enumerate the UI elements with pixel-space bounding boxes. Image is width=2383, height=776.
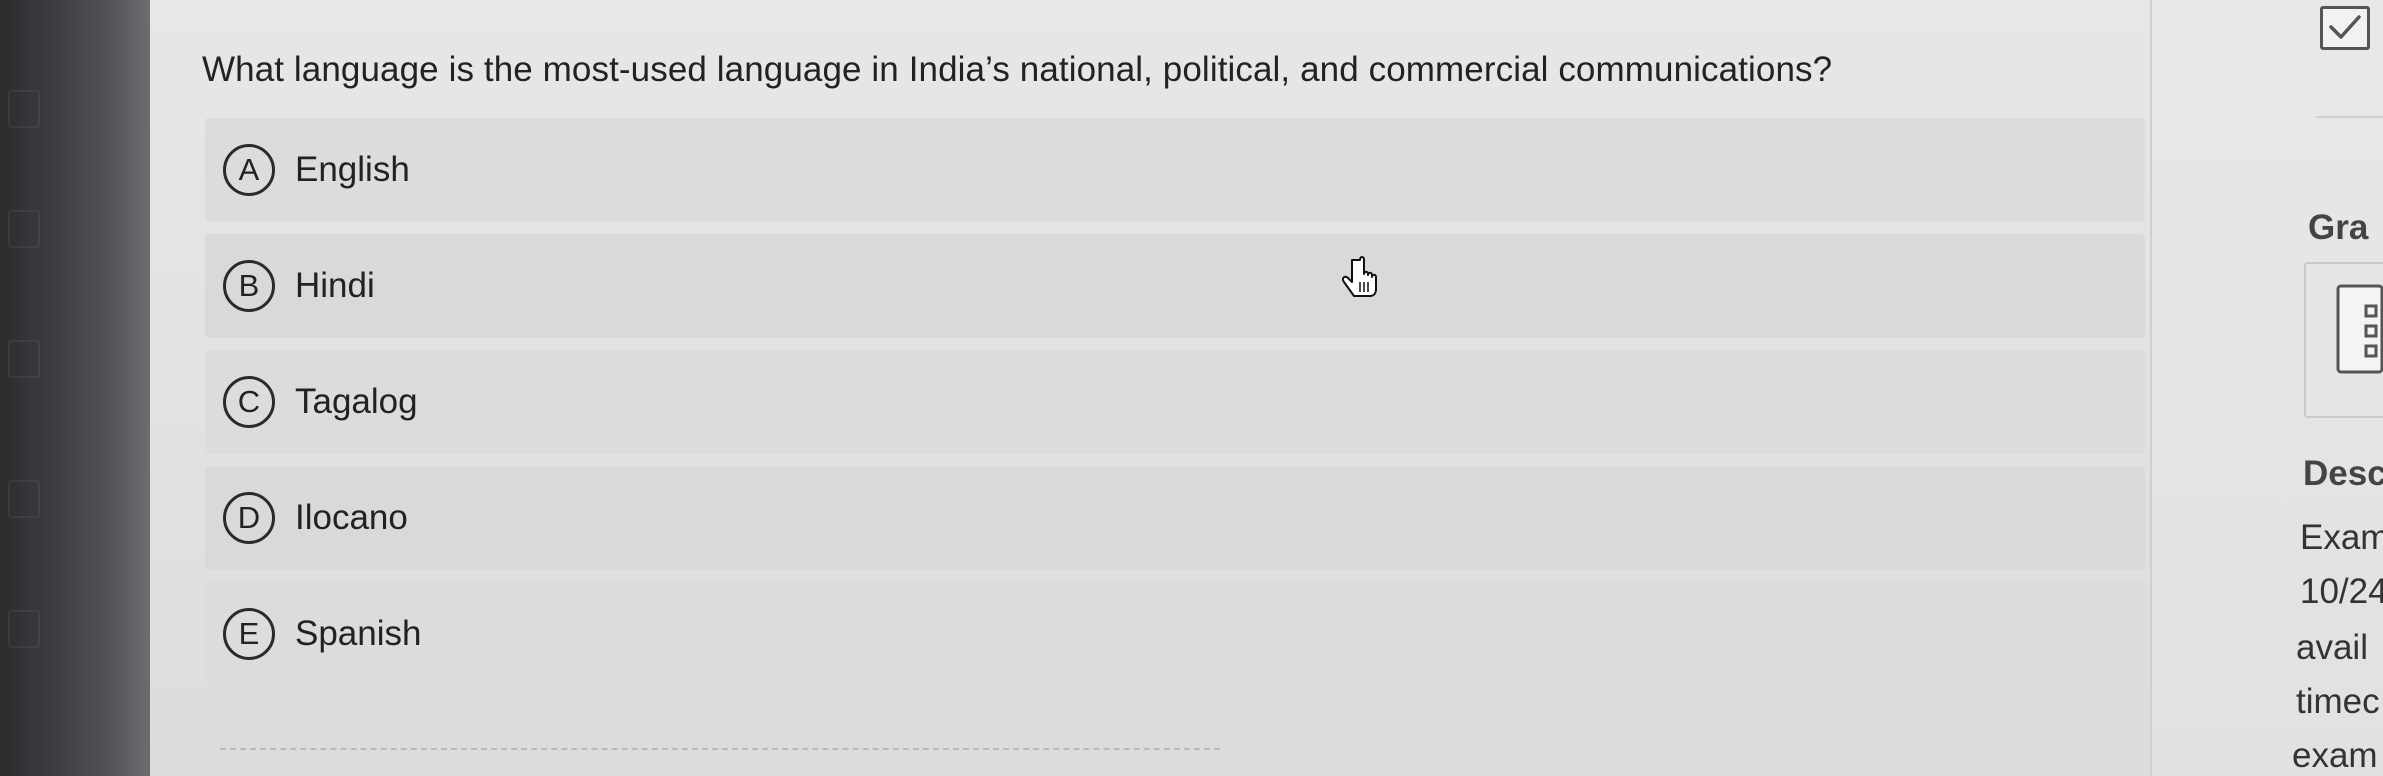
description-line: avail: [2296, 628, 2368, 667]
option-letter-badge: D: [223, 492, 275, 544]
quiz-content: What language is the most-used language …: [150, 0, 2383, 776]
option-letter-badge: E: [223, 608, 275, 660]
option-letter-badge: C: [223, 376, 275, 428]
option-label: Spanish: [295, 614, 422, 653]
divider: [220, 748, 1220, 750]
sidebar-ghost-icon: [8, 480, 40, 518]
check-glyph: [2329, 15, 2361, 39]
sidebar-ghost-icon: [8, 340, 40, 378]
question-text: What language is the most-used language …: [202, 50, 1833, 89]
option-label: Hindi: [295, 266, 375, 305]
option-e[interactable]: E Spanish: [205, 582, 2145, 686]
sidebar-ghost-icon: [8, 210, 40, 248]
option-label: Ilocano: [295, 498, 408, 537]
option-c[interactable]: C Tagalog: [205, 350, 2145, 454]
checkmark-icon[interactable]: [2320, 6, 2370, 50]
description-line: exam: [2292, 736, 2378, 775]
panel-divider: [2316, 116, 2383, 118]
option-label: Tagalog: [295, 382, 418, 421]
option-b[interactable]: B Hindi: [205, 234, 2145, 338]
sidebar-ghost-icon: [8, 90, 40, 128]
option-label: English: [295, 150, 410, 189]
grade-heading: Gra: [2308, 208, 2369, 247]
screen-bezel: [0, 0, 150, 776]
answer-options: A English B Hindi C Tagalog D Ilocano E …: [205, 118, 2145, 698]
description-heading: Desc: [2303, 454, 2383, 493]
description-line: Exam: [2300, 518, 2383, 557]
option-a[interactable]: A English: [205, 118, 2145, 222]
option-letter-badge: A: [223, 144, 275, 196]
option-d[interactable]: D Ilocano: [205, 466, 2145, 570]
sidebar-ghost-icon: [8, 610, 40, 648]
description-line: timec: [2296, 682, 2380, 721]
document-icon: [2336, 284, 2383, 374]
hand-pointer-icon: [1341, 256, 1377, 297]
option-letter-badge: B: [223, 260, 275, 312]
description-line: 10/24: [2300, 572, 2383, 611]
